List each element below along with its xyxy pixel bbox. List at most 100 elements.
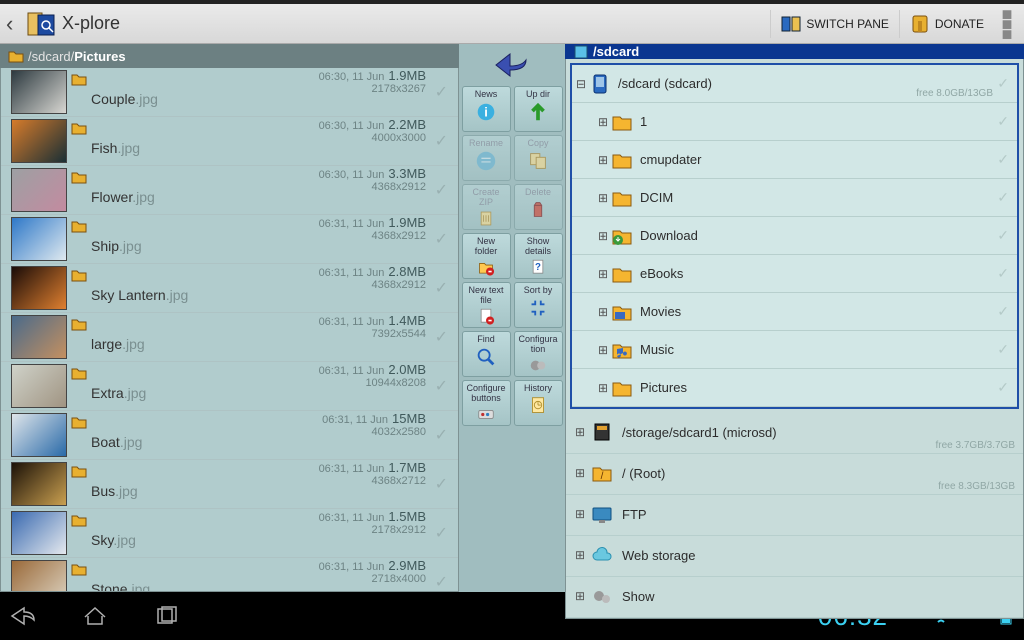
- expand-icon[interactable]: ⊞: [570, 466, 590, 480]
- file-item[interactable]: Ship.jpg06:31, 11 Jun1.9MB4368x2912✓: [1, 215, 458, 264]
- collapse-icon[interactable]: ⊟: [574, 77, 588, 91]
- right-path-bar[interactable]: /sdcard: [565, 44, 1024, 59]
- check-icon[interactable]: ✓: [435, 229, 448, 249]
- expand-icon[interactable]: ⊞: [596, 153, 610, 167]
- storage-item[interactable]: ⊞Web storage: [566, 536, 1023, 577]
- file-item[interactable]: Bus.jpg06:31, 11 Jun1.7MB4368x2712✓: [1, 460, 458, 509]
- tool-button[interactable]: Copy: [514, 135, 563, 181]
- storage-free: free 3.7GB/3.7GB: [936, 440, 1016, 451]
- tool-button[interactable]: New textfile: [462, 282, 511, 328]
- right-active-storage: ⊟/sdcard (sdcard)free 8.0GB/13GB✓⊞1✓⊞cmu…: [570, 63, 1019, 409]
- expand-icon[interactable]: ⊞: [596, 229, 610, 243]
- file-thumbnail: [11, 511, 67, 555]
- check-icon[interactable]: ✓: [435, 572, 448, 592]
- tool-button[interactable]: CreateZIP: [462, 184, 511, 230]
- check-icon[interactable]: ✓: [435, 523, 448, 543]
- storage-item[interactable]: ⊞/storage/sdcard1 (microsd)free 3.7GB/3.…: [566, 413, 1023, 454]
- tool-button[interactable]: Newfolder: [462, 233, 511, 279]
- file-item[interactable]: Boat.jpg06:31, 11 Jun15MB4032x2580✓: [1, 411, 458, 460]
- check-icon[interactable]: ✓: [997, 189, 1009, 206]
- expand-icon[interactable]: ⊞: [596, 267, 610, 281]
- tool-button[interactable]: Showdetails?: [514, 233, 563, 279]
- tool-icon: ?: [525, 257, 551, 278]
- file-meta: 06:31, 11 Jun2.9MB2718x4000: [319, 560, 426, 585]
- tool-button[interactable]: Configurebuttons: [462, 380, 511, 426]
- check-icon[interactable]: ✓: [997, 75, 1009, 92]
- file-item[interactable]: Fish.jpg06:30, 11 Jun2.2MB4000x3000✓: [1, 117, 458, 166]
- storage-root-item[interactable]: ⊟/sdcard (sdcard)free 8.0GB/13GB✓: [572, 65, 1017, 103]
- nav-home-icon[interactable]: [80, 605, 110, 627]
- expand-icon[interactable]: ⊞: [570, 589, 590, 603]
- movies-folder-icon: [610, 301, 634, 323]
- expand-icon[interactable]: ⊞: [596, 305, 610, 319]
- nav-back-icon[interactable]: [8, 605, 38, 627]
- storage-item[interactable]: ⊞FTP: [566, 495, 1023, 536]
- back-icon[interactable]: ‹: [6, 11, 24, 37]
- check-icon[interactable]: ✓: [435, 278, 448, 298]
- file-item[interactable]: Couple.jpg06:30, 11 Jun1.9MB2178x3267✓: [1, 68, 458, 117]
- folder-icon: [610, 263, 634, 285]
- storage-item[interactable]: ⊞// (Root)free 8.3GB/13GB: [566, 454, 1023, 495]
- file-item[interactable]: Sky.jpg06:31, 11 Jun1.5MB2178x2912✓: [1, 509, 458, 558]
- expand-icon[interactable]: ⊞: [570, 425, 590, 439]
- folder-item[interactable]: ⊞eBooks✓: [572, 255, 1017, 293]
- tool-label: Up dir: [526, 89, 550, 99]
- folder-item[interactable]: ⊞DCIM✓: [572, 179, 1017, 217]
- check-icon[interactable]: ✓: [997, 341, 1009, 358]
- expand-icon[interactable]: ⊞: [596, 115, 610, 129]
- direction-arrow-icon[interactable]: [492, 50, 532, 80]
- check-icon[interactable]: ✓: [435, 474, 448, 494]
- expand-icon[interactable]: ⊞: [570, 548, 590, 562]
- file-item[interactable]: Extra.jpg06:31, 11 Jun2.0MB10944x8208✓: [1, 362, 458, 411]
- folder-icon: [610, 187, 634, 209]
- check-icon[interactable]: ✓: [435, 180, 448, 200]
- nav-recent-icon[interactable]: [152, 605, 182, 627]
- folder-item[interactable]: ⊞cmupdater✓: [572, 141, 1017, 179]
- check-icon[interactable]: ✓: [435, 131, 448, 151]
- tool-button[interactable]: History: [514, 380, 563, 426]
- check-icon[interactable]: ✓: [997, 227, 1009, 244]
- left-path-bar[interactable]: /sdcard/Pictures: [0, 44, 459, 68]
- check-icon[interactable]: ✓: [997, 113, 1009, 130]
- file-item[interactable]: Sky Lantern.jpg06:31, 11 Jun2.8MB4368x29…: [1, 264, 458, 313]
- file-list[interactable]: Couple.jpg06:30, 11 Jun1.9MB2178x3267✓Fi…: [0, 68, 459, 592]
- folder-item[interactable]: ⊞Download✓: [572, 217, 1017, 255]
- file-item[interactable]: Flower.jpg06:30, 11 Jun3.3MB4368x2912✓: [1, 166, 458, 215]
- check-icon[interactable]: ✓: [435, 82, 448, 102]
- folder-item[interactable]: ⊞Movies✓: [572, 293, 1017, 331]
- tool-button[interactable]: Configuration: [514, 331, 563, 377]
- expand-icon[interactable]: ⊞: [570, 507, 590, 521]
- expand-icon[interactable]: ⊞: [596, 191, 610, 205]
- tool-button[interactable]: Rename: [462, 135, 511, 181]
- check-icon[interactable]: ✓: [997, 151, 1009, 168]
- expand-icon[interactable]: ⊞: [596, 381, 610, 395]
- check-icon[interactable]: ✓: [997, 303, 1009, 320]
- file-item[interactable]: large.jpg06:31, 11 Jun1.4MB7392x5544✓: [1, 313, 458, 362]
- storage-icon: [573, 45, 589, 59]
- folder-item[interactable]: ⊞Pictures✓: [572, 369, 1017, 407]
- file-thumbnail: [11, 168, 67, 212]
- storage-item[interactable]: ⊞Show: [566, 577, 1023, 618]
- tool-button[interactable]: Newsi: [462, 86, 511, 132]
- tool-label: Copy: [527, 138, 548, 148]
- folder-item[interactable]: ⊞Music✓: [572, 331, 1017, 369]
- tool-button[interactable]: Sort by: [514, 282, 563, 328]
- check-icon[interactable]: ✓: [997, 379, 1009, 396]
- check-icon[interactable]: ✓: [435, 376, 448, 396]
- tool-button[interactable]: Find: [462, 331, 511, 377]
- file-thumbnail: [11, 217, 67, 261]
- donate-button[interactable]: DONATE: [899, 10, 994, 38]
- check-icon[interactable]: ✓: [435, 425, 448, 445]
- folder-item[interactable]: ⊞1✓: [572, 103, 1017, 141]
- app-title: X-plore: [62, 13, 770, 34]
- tool-button[interactable]: Up dir: [514, 86, 563, 132]
- tool-icon: [473, 257, 499, 278]
- overflow-menu-icon[interactable]: ■■■: [994, 9, 1018, 39]
- expand-icon[interactable]: ⊞: [596, 343, 610, 357]
- folder-icon: [71, 317, 87, 331]
- switch-pane-button[interactable]: SWITCH PANE: [770, 10, 898, 38]
- check-icon[interactable]: ✓: [997, 265, 1009, 282]
- tool-button[interactable]: Delete: [514, 184, 563, 230]
- check-icon[interactable]: ✓: [435, 327, 448, 347]
- file-item[interactable]: Stone.jpg06:31, 11 Jun2.9MB2718x4000✓: [1, 558, 458, 592]
